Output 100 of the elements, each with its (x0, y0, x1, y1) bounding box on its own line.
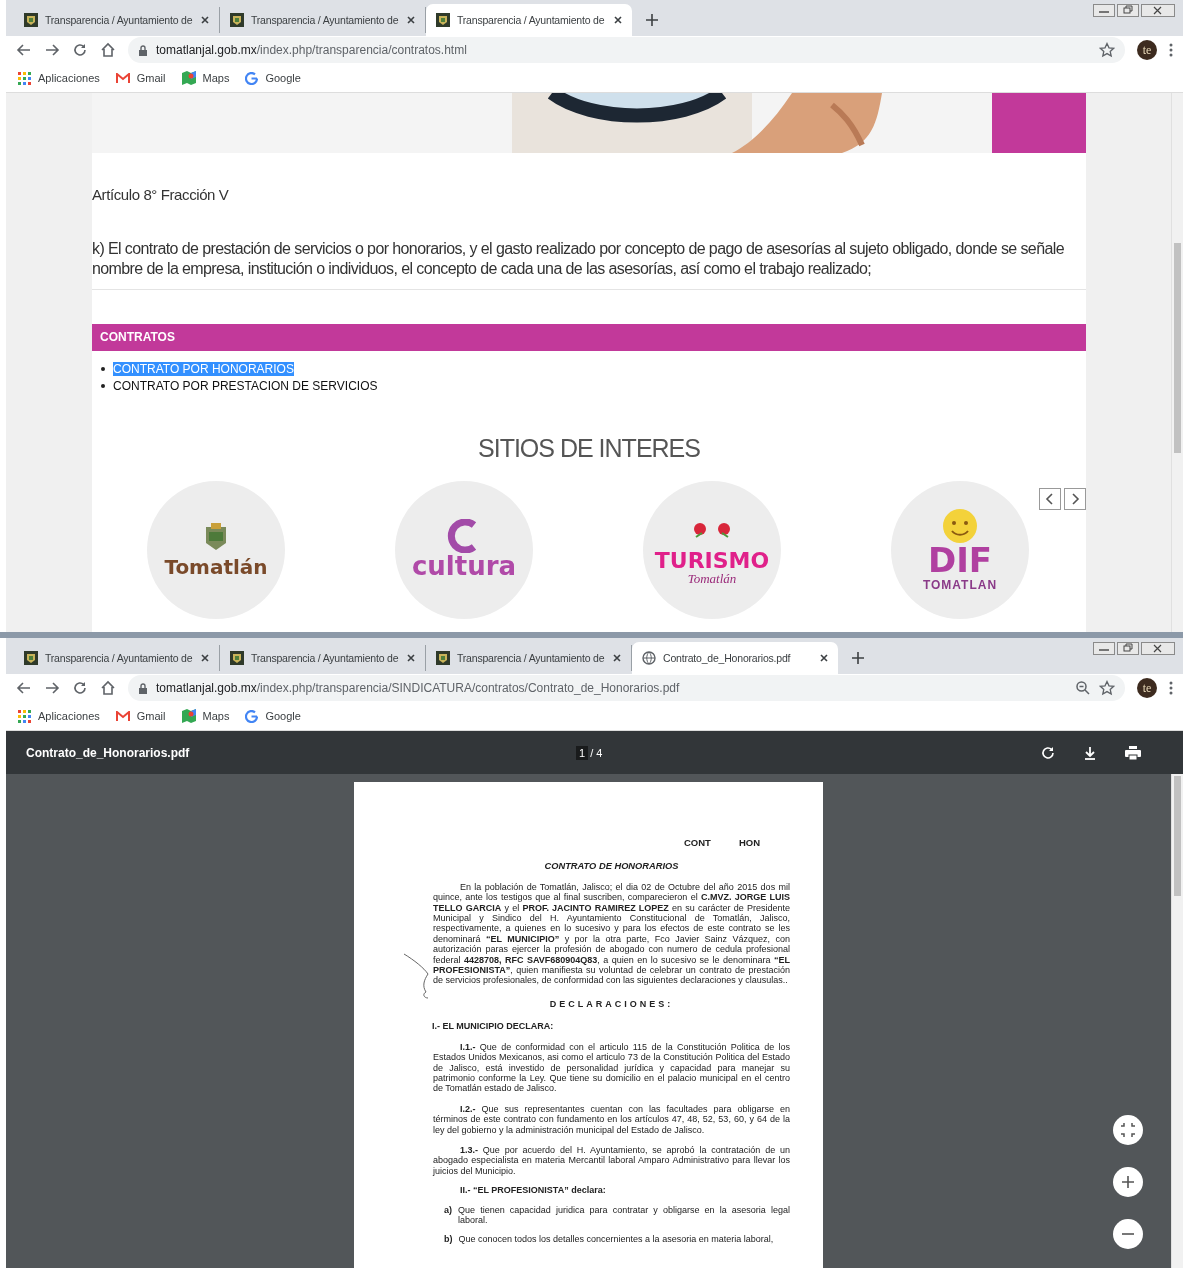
file-name: Contrato_de_Honorarios.pdf (26, 745, 190, 760)
apps-grid-icon (18, 709, 31, 723)
lock-icon (138, 682, 148, 694)
address-bar[interactable]: tomatlanjal.gob.mx/index.php/transparencia/SINDICATURA/contratos/Contrato_de_Honorarios.pdf (128, 675, 1125, 701)
star-icon[interactable] (1099, 680, 1115, 696)
page-number-field[interactable]: 1 (576, 745, 589, 760)
close-icon[interactable] (201, 16, 209, 24)
bookmark-link[interactable]: Google (245, 71, 301, 85)
envelope-icon (115, 72, 130, 84)
site-logo[interactable]: TURISMO Tomatlán (643, 481, 781, 619)
zoom-icon[interactable] (1075, 680, 1091, 696)
home-icon[interactable] (100, 680, 116, 696)
restore-icon[interactable] (1117, 642, 1139, 655)
scrollbar-thumb[interactable] (1174, 243, 1181, 453)
close-icon[interactable] (820, 654, 828, 662)
bookmark-link[interactable]: Maps (181, 71, 230, 85)
site-logo[interactable]: Tomatlán (147, 481, 285, 619)
menu-icon[interactable] (1169, 681, 1173, 695)
browser-tab[interactable]: Contrato_de_Honorarios.pdf (632, 642, 838, 674)
reload-icon[interactable] (72, 680, 88, 696)
document-paragraph: Que conocen todos los detalles concernientes a la asesoria en materia laboral, (458, 1234, 774, 1245)
new-tab-icon[interactable] (852, 652, 864, 664)
document-paragraph: I.2.- Que sus representantes cuentan con las facultades para obligarse en términos de este contrato con fundamento en los artículos 47, 48, 52, 53, 60, y 64 de la ley del gobierno y la administración municipal del Estado de Jalisco. (433, 1103, 790, 1135)
g-logo-icon (245, 71, 259, 85)
address-bar[interactable]: tomatlanjal.gob.mx/index.php/transparencia/contratos.html (128, 37, 1125, 63)
description-paragraph: k) El contrato de prestación de servicios o por honorarios, y el gasto realizado por concepto de pago de asesorías al sujeto obligado, donde se señale nombre de la empresa, institución o individuos, el concepto de cada una de las asesorías, así como el trabajo realizado; (92, 239, 1065, 279)
section-header: CONTRATOS (92, 324, 1086, 351)
crest-icon (436, 651, 450, 665)
fit-page-icon[interactable] (1112, 1114, 1144, 1146)
bookmark-link[interactable]: Aplicaciones (18, 709, 100, 723)
crest-icon (24, 13, 38, 27)
map-icon (181, 71, 196, 85)
close-icon[interactable] (614, 16, 622, 24)
bookmark-link[interactable]: Gmail (115, 72, 166, 84)
bookmark-link[interactable]: Maps (181, 709, 230, 723)
document-paragraph: Que tienen capacidad juridica para contratar y obligarse en la asesoria legal laboral. (458, 1204, 790, 1226)
rotate-icon[interactable] (1041, 745, 1055, 760)
new-tab-icon[interactable] (646, 14, 658, 26)
browser-tab[interactable]: Transparencia / Ayuntamiento de (426, 4, 632, 36)
bookmark-link[interactable]: Aplicaciones (18, 71, 100, 85)
zoom-in-icon[interactable] (1112, 1166, 1144, 1198)
close-icon[interactable] (1141, 4, 1175, 17)
close-icon[interactable] (407, 16, 415, 24)
browser-tab[interactable]: Transparencia / Ayuntamiento de (220, 7, 426, 33)
g-logo-icon (245, 709, 259, 723)
close-icon[interactable] (201, 654, 209, 662)
profile-avatar[interactable]: te (1137, 40, 1157, 60)
document-heading: I.- EL MUNICIPIO DECLARA: (432, 1021, 555, 1032)
lock-icon (138, 44, 148, 56)
browser-tab[interactable]: Transparencia / Ayuntamiento de (14, 645, 220, 671)
profile-avatar[interactable]: te (1137, 678, 1157, 698)
bullet-icon (101, 383, 105, 388)
crest-icon (230, 13, 244, 27)
browser-tab[interactable]: Transparencia / Ayuntamiento de (14, 7, 220, 33)
site-logo[interactable]: DIF TOMATLAN (891, 481, 1029, 619)
crest-icon (436, 13, 450, 27)
print-icon[interactable] (1125, 745, 1141, 760)
minimize-icon[interactable] (1093, 4, 1115, 17)
emblem-icon (940, 508, 980, 543)
download-icon[interactable] (1083, 745, 1097, 760)
envelope-icon (115, 710, 130, 722)
apps-grid-icon (18, 71, 31, 85)
back-arrow-icon[interactable] (16, 680, 32, 696)
browser-tab[interactable]: Transparencia / Ayuntamiento de (426, 645, 632, 671)
document-paragraph: I.1.- Que de conformidad con el articulo 115 de la Constitución Politica de los Estados Unidos Mexicanos, asi como el articulo 73 de la Constitución Politica del Estado de Jalisco, está investido de personalidad jurídica y capacidad para manejar su patrimonio conforme la Ley. Que tiene su domicilio en el palacio municipal en el centro de Tomatlán estado de Jalisco. (433, 1041, 790, 1094)
bookmark-link[interactable]: Google (245, 709, 301, 723)
globe-icon (642, 651, 656, 665)
list-marker: b) (444, 1234, 453, 1245)
document-title: CONTRATO DE HONORARIOS (543, 861, 680, 872)
site-logo[interactable]: cultura (395, 481, 533, 619)
list-marker: a) (444, 1204, 452, 1217)
document-heading: DECLARACIONES: (548, 998, 675, 1010)
scrollbar-thumb[interactable] (1174, 776, 1181, 896)
url-text: tomatlanjal.gob.mx/index.php/transparencia/contratos.html (156, 43, 467, 57)
document-paragraph: 1.3.- Que por acuerdo del H. Ayuntamiento, se aprobó la contratación de un abogado especialista en materia Mercantil laboral Amparo Administrativo para llevar los juicios del Municipio. (433, 1144, 790, 1177)
close-icon[interactable] (613, 654, 621, 662)
crest-icon (230, 651, 244, 665)
document-paragraph: En la población de Tomatlán, Jalisco; el dia 02 de Octubre del año 2015 dos mil quince, ante los testigos que al final suscriben, comparecieron el C.MVZ. JORGE LUIS TELLO GARCIA y el PROF. JACINTO RAMIREZ LOPEZ en su carácter de Presidente Municipal y Sindico del H. Ayuntamiento Constitucional de Tomatlán, Jalisco, respectivamente, a quienes en lo sucesivo y para los efectos de este contrato se les denominará “EL MUNICIPIO” y por la otra parte, Fco Javier Sainz Vázquez, con autorización paras ejercer la profesión de abogado con numero de cedula profesional federal 4428708, RFC SAVF680904Q83, a quien en lo sucesivo se le denominara “EL PROFESIONISTA”, quien manifiesta su voluntad de celebrar un contrato de prestación de servicios profesionales, de conformidad con las siguientes declaraciones y clausulas.. (433, 881, 790, 986)
forward-arrow-icon[interactable] (44, 42, 60, 58)
browser-tab[interactable]: Transparencia / Ayuntamiento de (220, 645, 426, 671)
star-icon[interactable] (1099, 42, 1115, 58)
document-text: HON (738, 838, 760, 849)
back-arrow-icon[interactable] (16, 42, 32, 58)
home-icon[interactable] (100, 42, 116, 58)
restore-icon[interactable] (1117, 4, 1139, 17)
document-text: CONT (683, 838, 711, 849)
url-text: tomatlanjal.gob.mx/index.php/transparencia/SINDICATURA/contratos/Contrato_de_Honorarios.pdf (156, 681, 680, 695)
scrollbar[interactable] (1171, 93, 1183, 632)
close-icon[interactable] (407, 654, 415, 662)
map-icon (181, 709, 196, 723)
section-title: SITIOS DE INTERES (477, 434, 701, 463)
reload-icon[interactable] (72, 42, 88, 58)
bookmark-link[interactable]: Gmail (115, 710, 166, 722)
scrollbar[interactable] (1171, 774, 1183, 1268)
minimize-icon[interactable] (1093, 642, 1115, 655)
menu-icon[interactable] (1169, 43, 1173, 57)
close-icon[interactable] (1141, 642, 1175, 655)
forward-arrow-icon[interactable] (44, 680, 60, 696)
zoom-out-icon[interactable] (1112, 1218, 1144, 1250)
contract-link[interactable]: CONTRATO POR PRESTACION DE SERVICIOS (113, 378, 378, 393)
